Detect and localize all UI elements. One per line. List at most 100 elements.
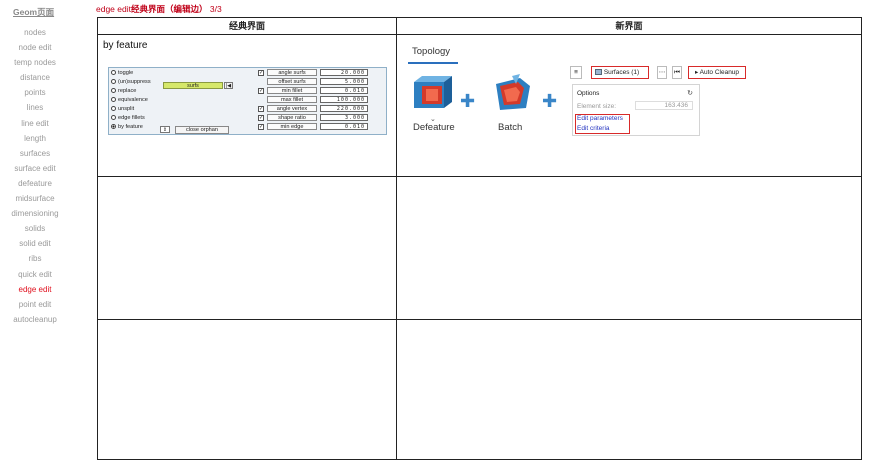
radio-toggle[interactable]: toggle [111,69,133,78]
more-icon[interactable]: ⋯ [657,66,667,79]
radio-equivalence[interactable]: equivalence [111,96,148,105]
header-classic: 经典界面 [98,18,397,35]
nav-item-surfaces[interactable]: surfaces [0,146,70,161]
angle-vertex-checkbox[interactable]: ✓ [258,106,264,112]
radio-label: unsplit [118,106,135,112]
radio-unsplit[interactable]: unsplit [111,105,134,114]
surfs-selector[interactable]: surfs [163,82,223,89]
min-edge-label: min edge [267,123,317,130]
page-title: edge edit经典界面（编辑边） 3/3 [96,3,222,15]
options-title: Options [577,90,600,97]
angle-surfs-label: angle surfs [267,69,317,76]
nav-item-midsurface[interactable]: midsurface [0,191,70,206]
min-fillet-field[interactable]: 0.010 [320,87,368,94]
nav-item-surface-edit[interactable]: surface edit [0,161,70,176]
tab-topology[interactable]: Topology [412,46,450,57]
reset-selection-button[interactable]: |◀ [224,82,233,89]
angle-vertex-label: angle vertex [267,105,317,112]
nav-list: nodes node edit temp nodes distance poin… [0,25,70,327]
radio-label: toggle [118,70,134,76]
radio-dot [111,115,116,121]
classic-edge-edit-panel: toggle (un)suppress replace equivalence … [108,67,387,135]
nav-item-node-edit[interactable]: node edit [0,40,70,55]
radio-dot [111,88,116,94]
by-feature-dropdown[interactable]: ⇕ [160,126,170,133]
defeature-icon[interactable] [410,72,454,114]
nav-item-solid-edit[interactable]: solid edit [0,236,70,251]
nav-item-ribs[interactable]: ribs [0,251,70,266]
nav-item-point-edit[interactable]: point edit [0,297,70,312]
radio-edge-fillets[interactable]: edge fillets [111,114,145,123]
batch-icon[interactable] [490,72,534,114]
edit-parameters-link[interactable]: Edit parameters [577,115,623,122]
radio-dot [111,79,116,85]
nav-item-distance[interactable]: distance [0,70,70,85]
radio-label: edge fillets [118,115,145,121]
row-divider-1 [98,176,861,177]
min-fillet-checkbox[interactable]: ✓ [258,88,264,94]
close-orphan-button[interactable]: close orphan [175,126,229,134]
max-fillet-label: max fillet [267,96,317,103]
nav-item-temp-nodes[interactable]: temp nodes [0,55,70,70]
nav-item-autocleanup[interactable]: autocleanup [0,312,70,327]
shape-ratio-checkbox[interactable]: ✓ [258,115,264,121]
nav-item-length[interactable]: length [0,131,70,146]
radio-unsuppress[interactable]: (un)suppress [111,78,151,87]
nav-title[interactable]: Geom页面 [13,6,54,18]
min-fillet-label: min fillet [267,87,317,94]
min-edge-field[interactable]: 0.010 [320,123,368,130]
surfaces-selector[interactable]: Surfaces (1) [591,66,649,79]
comparison-table: 经典界面 新界面 by feature toggle (un)suppress … [97,17,862,460]
column-divider [396,35,397,459]
nav-item-defeature[interactable]: defeature [0,176,70,191]
nav-item-solids[interactable]: solids [0,221,70,236]
edit-criteria-link[interactable]: Edit criteria [577,125,610,132]
page-title-prefix: edge edit [96,4,131,14]
nav-item-points[interactable]: points [0,85,70,100]
shape-ratio-field[interactable]: 3.000 [320,114,368,121]
side-nav: Geom页面 nodes node edit temp nodes distan… [0,0,72,464]
auto-cleanup-button[interactable]: ▸ Auto Cleanup [688,66,746,79]
radio-label: equivalence [118,97,148,103]
batch-label: Batch [498,122,523,133]
plus-icon: ✚ [460,91,476,111]
element-size-label: Element size: [577,103,617,110]
offset-surfs-field[interactable]: 5.000 [320,78,368,85]
angle-surfs-checkbox[interactable]: ✓ [258,70,264,76]
max-fillet-field[interactable]: 100.000 [320,96,368,103]
row-divider-2 [98,319,861,320]
nav-item-quick-edit[interactable]: quick edit [0,267,70,282]
surface-icon [595,69,602,76]
page-title-bold: 经典界面（编辑边） [130,4,208,14]
nav-item-lines[interactable]: lines [0,100,70,115]
radio-dot [111,106,116,112]
step-back-icon[interactable]: ⏮ [672,66,682,79]
radio-label: by feature [118,124,143,130]
menu-icon[interactable]: ≡ [570,66,582,79]
radio-dot [111,70,116,76]
element-size-field[interactable]: 163.436 [635,101,693,110]
offset-surfs-label: offset surfs [267,78,317,85]
page-title-suffix: 3/3 [207,4,222,14]
defeature-label: Defeature [413,122,455,133]
radio-label: replace [118,88,137,94]
radio-dot [111,97,116,103]
radio-dot [111,124,116,130]
radio-by-feature[interactable]: by feature [111,123,143,132]
cell-title: by feature [103,40,148,51]
surfaces-label: Surfaces (1) [603,69,640,76]
radio-replace[interactable]: replace [111,87,136,96]
nav-item-nodes[interactable]: nodes [0,25,70,40]
plus-icon: ✚ [542,91,558,111]
angle-vertex-field[interactable]: 220.000 [320,105,368,112]
nav-item-dimensioning[interactable]: dimensioning [0,206,70,221]
radio-label: (un)suppress [118,79,151,85]
options-panel: Options ↻ Element size: 163.436 Edit par… [572,84,700,136]
shape-ratio-label: shape ratio [267,114,317,121]
nav-item-edge-edit[interactable]: edge edit [0,282,70,297]
angle-surfs-field[interactable]: 20.000 [320,69,368,76]
refresh-icon[interactable]: ↻ [687,89,693,97]
nav-item-line-edit[interactable]: line edit [0,116,70,131]
tab-topology-underline [408,62,458,64]
min-edge-checkbox[interactable]: ✓ [258,124,264,130]
